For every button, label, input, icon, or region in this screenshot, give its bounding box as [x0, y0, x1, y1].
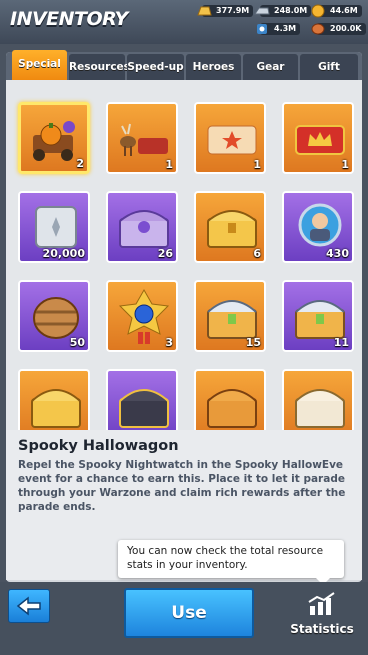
item-cell-blue-gem-medal[interactable]: 3: [106, 280, 178, 352]
resource-gold: 377.9M: [196, 4, 254, 18]
item-cell-gold-chest-2[interactable]: [18, 369, 90, 430]
item-cell-ivory-chest[interactable]: [282, 369, 354, 430]
item-cell-steel-chest[interactable]: 15: [194, 280, 266, 352]
food-icon: [310, 22, 326, 36]
iron-icon: [254, 4, 270, 18]
wood-chest-icon: [207, 389, 257, 428]
statistics-label: Statistics: [290, 622, 354, 636]
item-cell-wood-chest[interactable]: [194, 369, 266, 430]
resource-iron: 248.0M: [254, 4, 312, 18]
item-cell-barrel[interactable]: 50: [18, 280, 90, 352]
item-grid: 2 1 1 1 20,000 26 6 430 50 3 15 11: [6, 80, 362, 430]
gear-resource-icon: [254, 22, 270, 36]
item-cell-reindeer-sleigh[interactable]: 1: [106, 102, 178, 174]
tab-speed-up[interactable]: Speed-up: [127, 54, 184, 80]
tab-heroes[interactable]: Heroes: [186, 54, 241, 80]
item-description: Repel the Spooky Nightwatch in the Spook…: [18, 459, 346, 513]
resource-coin: 44.6M: [310, 4, 362, 18]
coin-icon: [310, 4, 326, 18]
item-cell-crown-ticket[interactable]: 1: [282, 102, 354, 174]
statistics-icon: [308, 592, 335, 615]
statistics-button[interactable]: Statistics: [284, 592, 360, 644]
tab-gift[interactable]: Gift: [300, 54, 358, 80]
item-title: Spooky Hallowagon: [18, 438, 179, 454]
item-cell-gold-chest[interactable]: 6: [194, 191, 266, 263]
item-cell-hero-portrait[interactable]: 430: [282, 191, 354, 263]
item-cell-purple-chest[interactable]: 26: [106, 191, 178, 263]
ivory-chest-icon: [295, 389, 345, 428]
gold-bar-icon: [196, 4, 212, 18]
page-title: INVENTORY: [10, 8, 128, 30]
item-cell-star-ticket[interactable]: 1: [194, 102, 266, 174]
item-cell-dark-chest[interactable]: [106, 369, 178, 430]
statistics-tooltip: You can now check the total resource sta…: [118, 540, 344, 585]
resource-food: 200.0K: [310, 22, 366, 36]
item-cell-hallowagon[interactable]: 2: [18, 102, 90, 174]
back-arrow-icon: [16, 596, 41, 616]
gold-chest-icon: [31, 389, 81, 428]
resource-gear: 4.3M: [254, 22, 301, 36]
item-cell-steel-chest-2[interactable]: 11: [282, 280, 354, 352]
dark-chest-icon: [119, 389, 169, 428]
tab-resources[interactable]: Resources: [69, 54, 130, 80]
back-button[interactable]: [8, 589, 50, 623]
item-cell-silver-safe[interactable]: 20,000: [18, 191, 90, 263]
tab-special[interactable]: Special: [12, 50, 67, 80]
tab-gear[interactable]: Gear: [243, 54, 298, 80]
use-button[interactable]: Use: [124, 588, 254, 638]
